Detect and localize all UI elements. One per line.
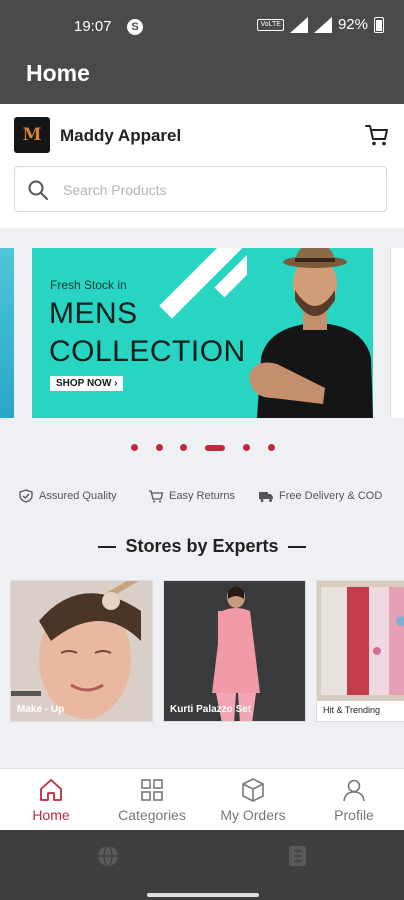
search-icon (28, 180, 48, 200)
model-photo (247, 248, 373, 418)
makeup-photo (11, 581, 152, 721)
battery-icon (374, 16, 384, 33)
carousel-dot[interactable] (243, 444, 250, 451)
carousel-dot-active[interactable] (205, 445, 225, 451)
notification-s-icon: S (127, 19, 143, 35)
store-logo[interactable]: M (14, 117, 50, 153)
nav-label: Profile (334, 807, 374, 823)
feature-label: Free Delivery & COD (279, 490, 383, 502)
page-title: Home (26, 60, 90, 86)
banner-title: MENS COLLECTION (49, 295, 246, 371)
banner-prev-peek[interactable] (0, 248, 14, 418)
home-icon (40, 779, 62, 801)
globe-icon[interactable] (96, 844, 120, 868)
home-content: Fresh Stock in MENS COLLECTION SHOP NOW … (0, 228, 404, 768)
grid-icon (141, 779, 163, 801)
feature-easy-returns: Easy Returns (148, 489, 235, 503)
banner-title-line1: MENS (49, 297, 138, 330)
search-input[interactable] (63, 179, 363, 201)
store-card-label: Hit & Trending (323, 705, 381, 715)
carousel-dot[interactable] (156, 444, 163, 451)
stores-section-title: Stores by Experts (0, 536, 404, 557)
battery-percent: 92% (337, 16, 368, 33)
status-bar: 19:07 S VoLTE 92% (0, 0, 404, 44)
feature-free-delivery: Free Delivery & COD (258, 489, 382, 503)
nav-label: Home (32, 807, 70, 823)
banner-title-line2: COLLECTION (49, 335, 246, 368)
nav-label: Categories (118, 807, 186, 823)
cell-signal-icon (313, 16, 332, 33)
nav-categories[interactable]: Categories (102, 777, 202, 823)
store-name: Maddy Apparel (60, 126, 182, 145)
status-time: 19:07 (74, 18, 112, 35)
promo-banner[interactable]: Fresh Stock in MENS COLLECTION SHOP NOW … (32, 248, 373, 418)
cart-icon[interactable] (364, 122, 390, 148)
nav-profile[interactable]: Profile (304, 777, 404, 823)
store-card-makeup[interactable]: Make - Up (10, 580, 153, 722)
banner-next-peek[interactable] (390, 248, 404, 418)
wifi-signal-icon (289, 16, 308, 33)
status-right-group: VoLTE 92% (257, 16, 384, 33)
features-strip: Assured Quality Easy Returns Free Delive… (0, 486, 404, 506)
user-icon (343, 779, 365, 802)
store-card-trending[interactable]: Hit & Trending (316, 580, 404, 722)
shop-now-button[interactable]: SHOP NOW › (50, 376, 124, 391)
store-header: M Maddy Apparel (0, 104, 404, 228)
banner-subtitle: Fresh Stock in (50, 278, 127, 292)
carousel-dot[interactable] (268, 444, 275, 451)
search-box[interactable] (14, 166, 387, 212)
volte-icon: VoLTE (257, 18, 284, 31)
nav-my-orders[interactable]: My Orders (203, 777, 303, 823)
carousel-dots (0, 442, 404, 454)
truck-icon (259, 492, 273, 502)
store-card-label: Make - Up (17, 704, 65, 715)
carousel-dot[interactable] (180, 444, 187, 451)
store-card-kurti[interactable]: Kurti Palazzo Set (163, 580, 306, 722)
app-bar: Home (0, 44, 404, 104)
box-icon (242, 778, 264, 802)
feature-assured-quality: Assured Quality (18, 489, 117, 503)
bottom-nav: Home Categories My Orders Profile (0, 768, 404, 830)
nav-home[interactable]: Home (1, 777, 101, 823)
cart-return-icon (149, 490, 164, 503)
trending-photo (317, 581, 404, 701)
notebook-icon[interactable] (286, 844, 308, 868)
kurti-photo (164, 581, 305, 721)
feature-label: Assured Quality (39, 490, 117, 502)
shield-check-icon (19, 489, 33, 503)
feature-label: Easy Returns (169, 490, 236, 502)
nav-label: My Orders (220, 807, 286, 823)
home-gesture-handle[interactable] (147, 893, 259, 897)
carousel-dot[interactable] (131, 444, 138, 451)
system-nav-bar (0, 830, 404, 900)
store-card-label: Kurti Palazzo Set (170, 704, 252, 715)
